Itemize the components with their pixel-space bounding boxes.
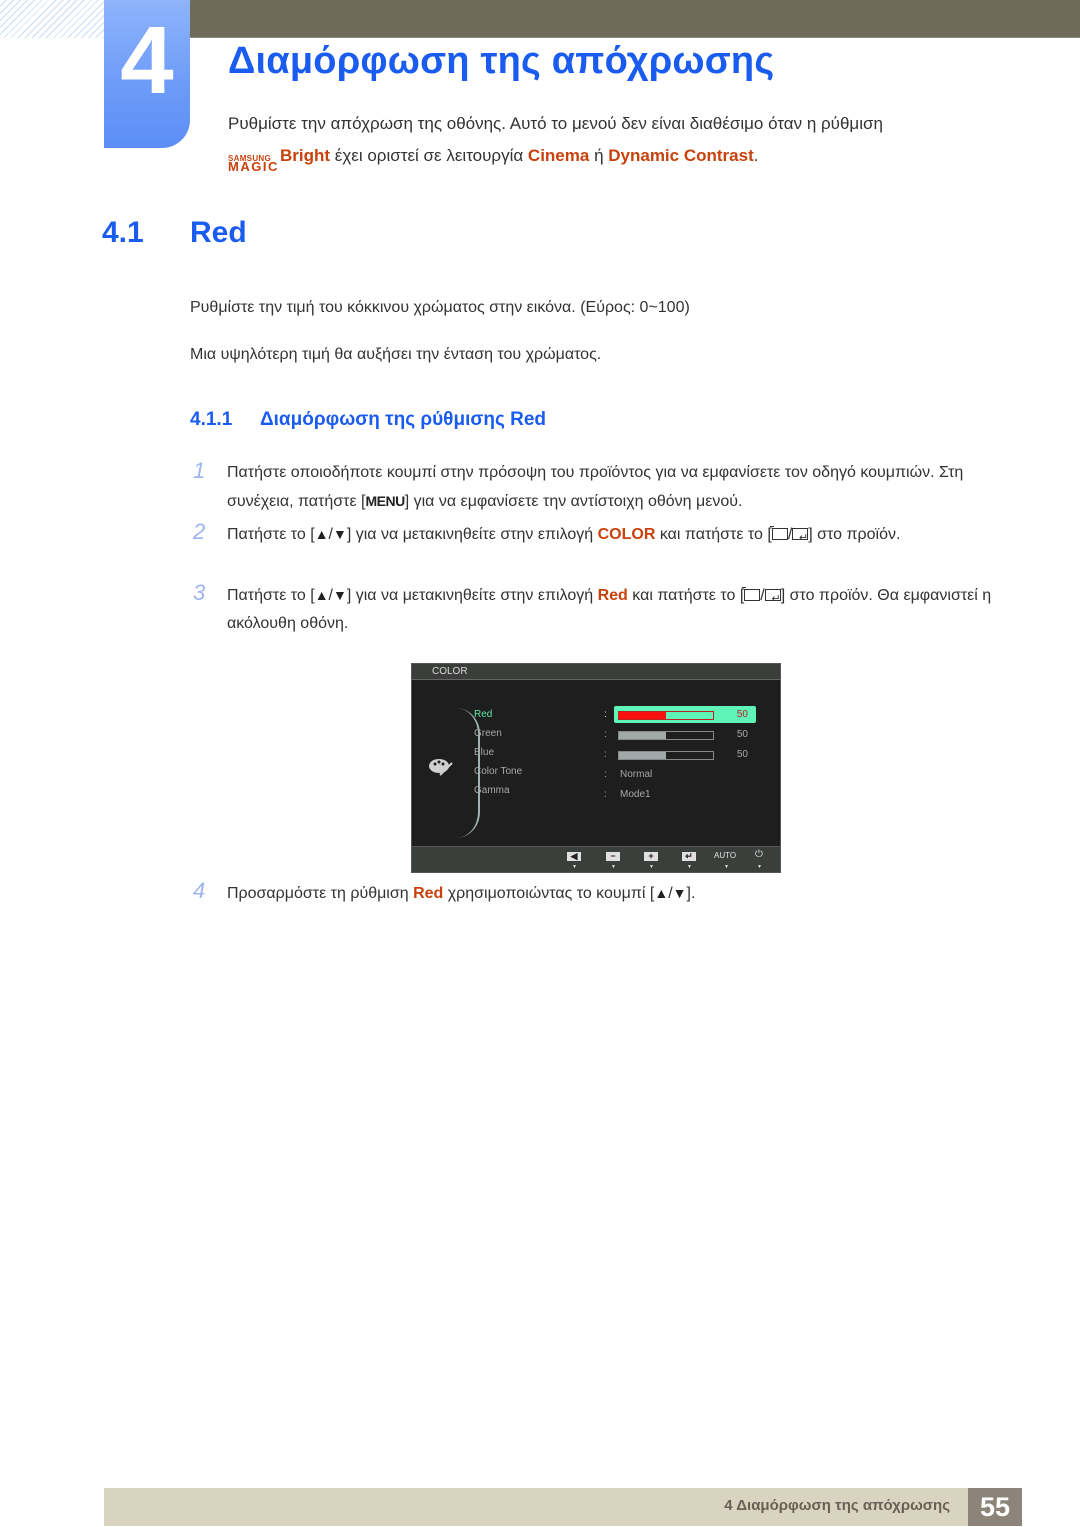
red-value: 50 <box>736 709 748 720</box>
arrow-indicator-icon: ▼ <box>724 864 729 870</box>
down-arrow-icon: ▼ <box>672 885 687 901</box>
osd-row-blue: : 50 <box>604 749 748 760</box>
step-number: 3 <box>193 580 206 605</box>
decorative-hatch <box>0 0 104 38</box>
chapter-number: 4 <box>120 7 174 114</box>
section-paragraph-2: Μια υψηλότερη τιμή θα αυξήσει την ένταση… <box>190 346 602 363</box>
step-text: Προσαρμόστε τη ρύθμιση Red χρησιμοποιώντ… <box>227 885 696 902</box>
samsung-magic-logo: SAMSUNG MAGIC <box>228 154 279 174</box>
section-name: Red <box>190 216 247 249</box>
chapter-title: Διαμόρφωση της απόχρωσης <box>228 40 775 82</box>
osd-plus-button[interactable]: + <box>644 852 658 861</box>
osd-header: COLOR <box>412 664 780 680</box>
power-icon[interactable]: ⏻ <box>755 849 763 860</box>
osd-row-green: : 50 <box>604 729 748 740</box>
step-1: 1 Πατήστε οποιοδήποτε κουμπί στην πρόσοψ… <box>193 458 993 516</box>
step-text: Πατήστε το [▲/▼] για να μετακινηθείτε στ… <box>227 520 993 552</box>
up-arrow-icon: ▲ <box>654 885 669 901</box>
section-paragraph-1: Ρυθμίστε την τιμή του κόκκινου χρώματος … <box>190 299 690 316</box>
osd-row-gamma: : Mode1 <box>604 789 651 800</box>
green-value: 50 <box>736 729 748 740</box>
subsection-title: 4.1.1 Διαμόρφωση της ρύθμισης Red <box>190 409 546 431</box>
subsection-name: Διαμόρφωση της ρύθμισης Red <box>260 409 547 430</box>
blue-slider[interactable] <box>618 751 714 760</box>
color-label: COLOR <box>597 526 656 543</box>
page-number: 55 <box>968 1488 1022 1526</box>
arrow-indicator-icon: ▼ <box>757 864 762 870</box>
green-slider[interactable] <box>618 731 714 740</box>
osd-item-blue[interactable]: Blue <box>474 747 522 766</box>
osd-row-red: : 50 <box>604 706 758 726</box>
arrow-indicator-icon: ▼ <box>611 864 616 870</box>
step-text: Πατήστε το [▲/▼] για να μετακινηθείτε στ… <box>227 581 993 638</box>
enter-key-icon <box>792 524 809 552</box>
up-arrow-icon: ▲ <box>314 526 329 542</box>
down-arrow-icon: ▼ <box>333 526 347 542</box>
footer-chapter-title: 4 Διαμόρφωση της απόχρωσης <box>724 1497 950 1514</box>
osd-minus-button[interactable]: − <box>606 852 620 861</box>
page-footer: 4 Διαμόρφωση της απόχρωσης 55 <box>104 1488 1022 1526</box>
source-key-icon <box>742 587 761 601</box>
red-label: Red <box>413 885 444 902</box>
chapter-intro: Ρυθμίστε την απόχρωση της οθόνης. Αυτό τ… <box>228 108 1008 174</box>
arrow-indicator-icon: ▼ <box>687 864 692 870</box>
step-4: 4 Προσαρμόστε τη ρύθμιση Red χρησιμοποιώ… <box>193 878 993 908</box>
slider-fill <box>619 712 666 719</box>
step-text: Πατήστε οποιοδήποτε κουμπί στην πρόσοψη … <box>227 464 964 510</box>
osd-item-color-tone[interactable]: Color Tone <box>474 766 522 785</box>
osd-item-red[interactable]: Red <box>474 709 522 728</box>
menu-key-icon: MENU <box>365 493 405 509</box>
arrow-indicator-icon: ▼ <box>572 864 577 870</box>
osd-enter-button[interactable]: ↵ <box>682 852 696 861</box>
osd-values: : 50 : 50 : 50 : Normal : Mode1 <box>604 706 758 806</box>
osd-auto-button[interactable]: AUTO <box>714 851 736 860</box>
cinema-label: Cinema <box>527 146 590 165</box>
blue-value: 50 <box>736 749 748 760</box>
color-tone-value: Normal <box>620 769 653 780</box>
osd-color-menu: COLOR Red Green Blue Color Tone Gamma : … <box>411 663 781 873</box>
arrow-indicator-icon: ▼ <box>649 864 654 870</box>
osd-button-guide: ◀ − + ↵ AUTO ⏻ ▼ ▼ ▼ ▼ ▼ ▼ <box>412 846 780 872</box>
down-arrow-icon: ▼ <box>333 587 347 603</box>
slider-fill <box>619 732 666 739</box>
source-key-icon <box>769 526 788 540</box>
bright-label: Bright <box>280 146 331 165</box>
dynamic-contrast-label: Dynamic Contrast <box>608 146 754 165</box>
red-label: Red <box>597 587 628 604</box>
osd-back-button[interactable]: ◀ <box>567 852 581 861</box>
section-title: 4.1 Red <box>102 216 247 250</box>
palette-icon <box>429 759 453 776</box>
step-3: 3 Πατήστε το [▲/▼] για να μετακινηθείτε … <box>193 580 993 638</box>
step-number: 4 <box>193 878 206 903</box>
step-number: 2 <box>193 519 206 544</box>
slider-fill <box>619 752 666 759</box>
osd-row-color-tone: : Normal <box>604 769 653 780</box>
gamma-value: Mode1 <box>620 789 651 800</box>
osd-menu-items: Red Green Blue Color Tone Gamma <box>474 709 522 804</box>
subsection-number: 4.1.1 <box>190 409 233 430</box>
enter-key-icon <box>764 585 781 613</box>
intro-line-1: Ρυθμίστε την απόχρωση της οθόνης. Αυτό τ… <box>228 114 883 133</box>
chapter-number-block: 4 <box>104 0 190 148</box>
osd-item-green[interactable]: Green <box>474 728 522 747</box>
osd-item-gamma[interactable]: Gamma <box>474 785 522 804</box>
step-number: 1 <box>193 458 206 483</box>
red-slider[interactable] <box>618 711 714 720</box>
step-2: 2 Πατήστε το [▲/▼] για να μετακινηθείτε … <box>193 519 993 552</box>
intro-line-2: SAMSUNG MAGIC Bright έχει οριστεί σε λει… <box>228 140 1008 174</box>
up-arrow-icon: ▲ <box>314 587 329 603</box>
header-bar <box>190 0 1080 38</box>
section-number: 4.1 <box>102 216 144 249</box>
